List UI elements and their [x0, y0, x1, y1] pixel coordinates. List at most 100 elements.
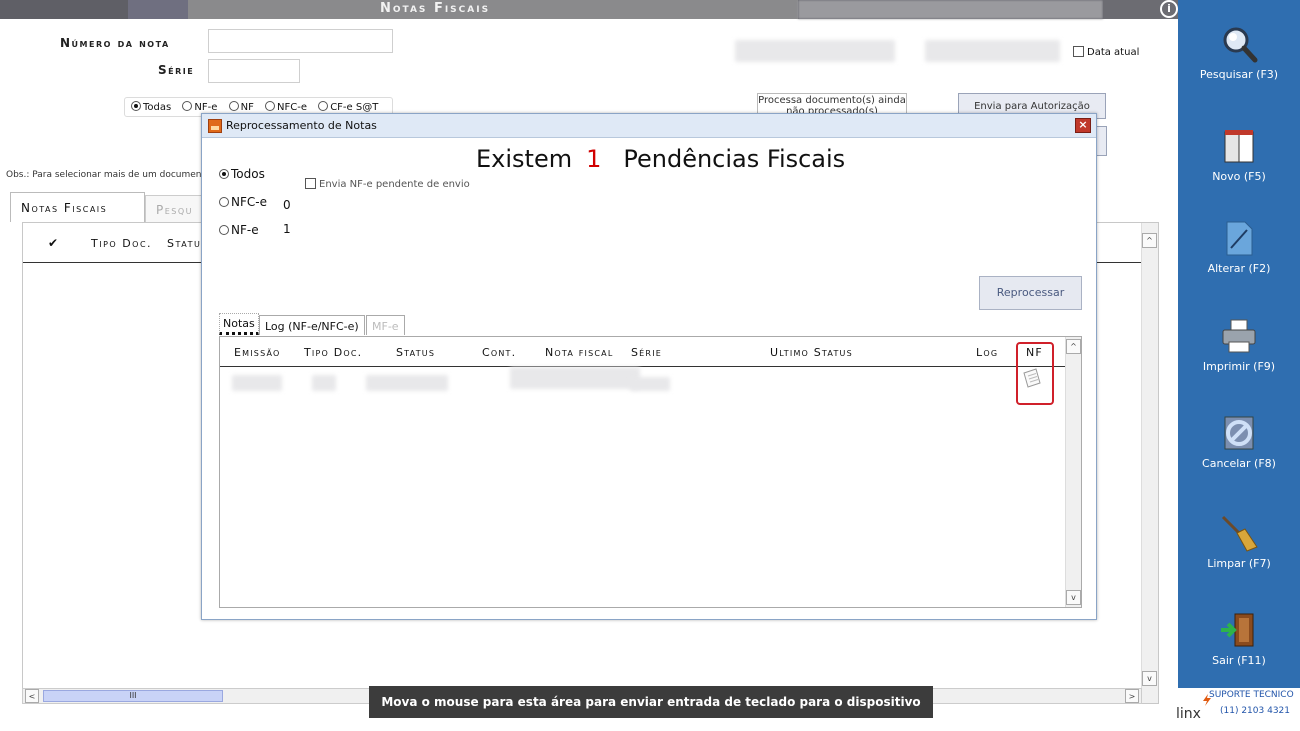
alterar-button[interactable]: Alterar (F2) [1178, 218, 1300, 275]
filter-label: NF-e [194, 102, 218, 113]
printer-icon [1222, 319, 1256, 353]
scroll-down-button[interactable]: v [1066, 590, 1081, 605]
imprimir-button[interactable]: Imprimir (F9) [1178, 316, 1300, 373]
dialog-close-button[interactable]: × [1075, 118, 1091, 133]
novo-button[interactable]: Novo (F5) [1178, 126, 1300, 183]
support-phone: (11) 2103 4321 [1220, 706, 1291, 716]
scroll-down-button[interactable]: v [1142, 671, 1157, 686]
radio-nfe[interactable]: NF-e [219, 223, 259, 237]
envia-pendente-checkbox[interactable]: Envia NF-e pendente de envio [305, 178, 470, 190]
title-bar-segment [0, 0, 128, 19]
date-from-field[interactable] [735, 40, 895, 62]
blurred-nota-fiscal [510, 367, 640, 389]
window-title: Notas Fiscais [380, 1, 491, 16]
column-header: Emissão [234, 346, 281, 359]
headline-prefix: Existem [476, 145, 573, 173]
filter-nfe[interactable]: NF-e [182, 101, 218, 113]
pesquisar-button[interactable]: Pesquisar (F3) [1178, 24, 1300, 81]
filter-todas[interactable]: Todas [131, 101, 171, 113]
dialog-vertical-scrollbar[interactable]: ^ v [1065, 337, 1081, 607]
radio-label: NF-e [231, 223, 259, 237]
scroll-up-button[interactable]: ^ [1142, 233, 1157, 248]
column-header: Nota fiscal [545, 346, 614, 359]
cancelar-button[interactable]: Cancelar (F8) [1178, 413, 1300, 470]
nfce-count: 0 [283, 198, 291, 212]
checkbox-box [305, 178, 316, 189]
cancel-icon [1224, 416, 1254, 450]
column-header: Ultimo Status [770, 346, 853, 359]
radio-nfce[interactable]: NFC-e [219, 195, 267, 209]
column-header: Série [631, 346, 663, 359]
radio-selected [131, 101, 141, 111]
title-bar-segment [128, 0, 188, 19]
tab-pesquisa[interactable]: Pesqu [145, 195, 205, 222]
radio [265, 101, 276, 111]
title-bar-segment [188, 0, 798, 19]
imprimir-label: Imprimir (F9) [1202, 360, 1276, 373]
tab-notas[interactable]: Notas [219, 313, 259, 335]
limpar-button[interactable]: Limpar (F7) [1178, 513, 1300, 570]
tab-mfe[interactable]: MF-e [366, 315, 405, 335]
column-header: Status [396, 346, 436, 359]
support-label: SUPORTE TECNICO [1209, 690, 1294, 700]
dialog-title-bar: Reprocessamento de Notas × [202, 114, 1096, 138]
checkbox-box [1073, 46, 1084, 57]
info-icon[interactable]: i [1160, 0, 1178, 18]
blurred-status [366, 375, 448, 391]
tab-log[interactable]: Log (NF-e/NFC-e) [259, 315, 365, 335]
data-atual-checkbox[interactable]: Data atual [1073, 46, 1139, 58]
tab-notas-fiscais[interactable]: Notas Fiscais [10, 192, 145, 222]
pending-count: 1 [586, 145, 602, 173]
reprocessamento-dialog: Reprocessamento de Notas × Existem 1 Pendê… [201, 113, 1097, 620]
support-panel: linx SUPORTE TECNICO (11) 2103 4321 [1174, 688, 1300, 731]
obs-note: Obs.: Para selecionar mais de um documen [6, 170, 202, 180]
scroll-thumb[interactable]: III [43, 690, 223, 702]
filter-label: NF [240, 102, 254, 113]
numero-nota-input[interactable] [208, 29, 393, 53]
document-icon[interactable] [1021, 367, 1043, 389]
nfe-count: 1 [283, 222, 291, 236]
column-header: Cont. [482, 346, 517, 359]
envia-pendente-label: Envia NF-e pendente de envio [319, 179, 470, 190]
dialog-title: Reprocessamento de Notas [226, 119, 377, 132]
linx-logo: linx [1176, 706, 1201, 722]
filter-cfe-sat[interactable]: CF-e S@T [318, 101, 379, 113]
scroll-right-button[interactable]: > [1125, 689, 1139, 703]
serie-label: Série [158, 63, 195, 77]
headline-suffix: Pendências Fiscais [623, 145, 846, 173]
remote-input-tooltip: Mova o mouse para esta área para enviar … [369, 686, 933, 731]
sair-button[interactable]: Sair (F11) [1178, 610, 1300, 667]
column-header: Tipo Doc. [91, 237, 153, 250]
column-header: Tipo Doc. [304, 346, 363, 359]
radio [182, 101, 193, 111]
reprocessar-button[interactable]: Reprocessar [979, 276, 1082, 310]
limpar-label: Limpar (F7) [1207, 557, 1271, 570]
radio [228, 101, 239, 111]
scroll-left-button[interactable]: < [25, 689, 39, 703]
broom-icon [1221, 515, 1258, 552]
exit-door-icon [1221, 613, 1254, 647]
radio-selected [219, 169, 229, 179]
filter-nfce[interactable]: NFC-e [265, 101, 307, 113]
data-atual-label: Data atual [1087, 47, 1140, 58]
filter-label: CF-e S@T [330, 102, 379, 113]
serie-input[interactable] [208, 59, 300, 83]
pesquisar-label: Pesquisar (F3) [1199, 68, 1279, 81]
vertical-scrollbar[interactable]: ^ v [1141, 223, 1158, 703]
filter-nf[interactable]: NF [228, 101, 254, 113]
dialog-grid-header: Emissão Tipo Doc. Status Cont. Nota fisc… [220, 337, 1065, 367]
radio-todos[interactable]: Todos [219, 167, 265, 181]
scroll-up-button[interactable]: ^ [1066, 339, 1081, 354]
magnifier-icon [1223, 27, 1258, 63]
date-to-field[interactable] [925, 40, 1060, 62]
numero-nota-label: Número da nota [60, 36, 170, 50]
sair-label: Sair (F11) [1212, 654, 1266, 667]
radio [318, 101, 329, 111]
filter-label: NFC-e [277, 102, 307, 113]
pending-notes-grid[interactable]: Emissão Tipo Doc. Status Cont. Nota fisc… [219, 336, 1082, 608]
alterar-label: Alterar (F2) [1207, 262, 1271, 275]
blurred-title-area [798, 0, 1103, 19]
radio [219, 197, 229, 207]
processa-documentos-button[interactable]: Processa documento(s) ainda não processa… [757, 93, 907, 115]
app-icon [208, 119, 222, 133]
